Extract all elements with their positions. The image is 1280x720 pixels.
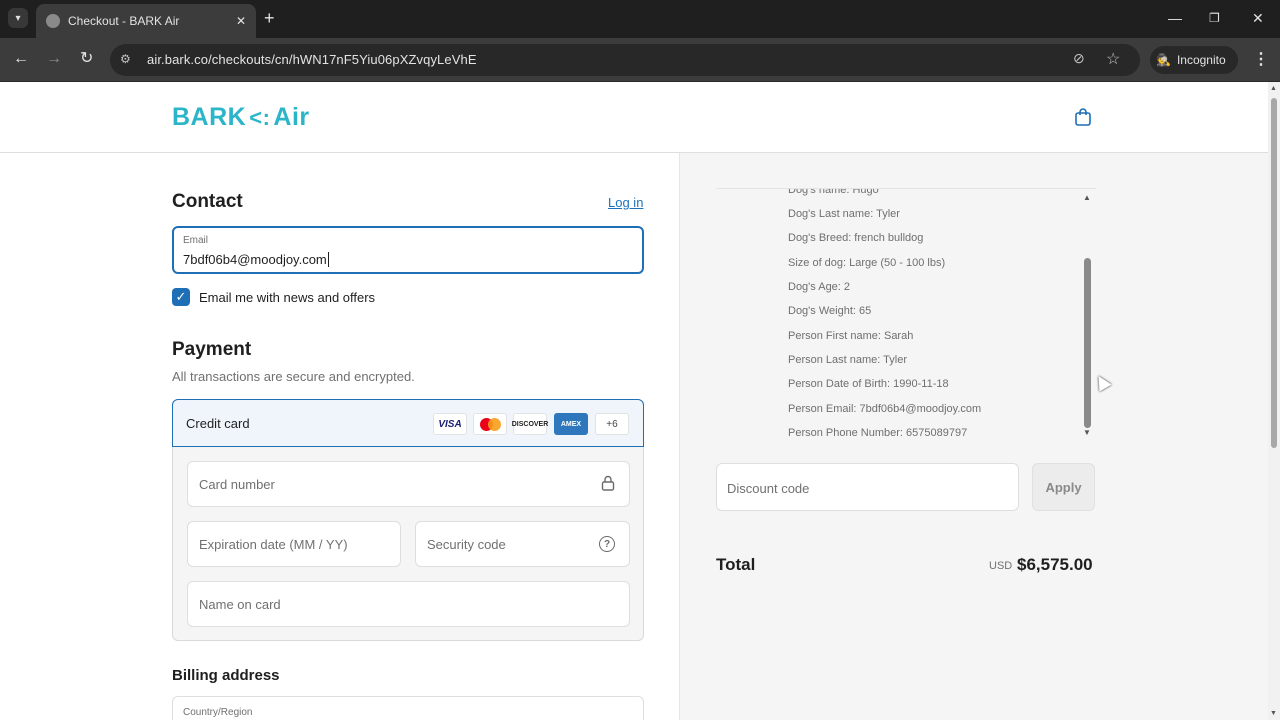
page-scrollbar-thumb[interactable] — [1271, 98, 1277, 448]
globe-icon — [46, 14, 60, 28]
minimize-button[interactable]: — — [1168, 9, 1182, 27]
details-scrollbar-thumb[interactable] — [1084, 258, 1091, 428]
payment-subtitle: All transactions are secure and encrypte… — [172, 369, 415, 384]
checkout-page: BARK <: Air Contact Log in Email 7bdf06b… — [0, 82, 1268, 720]
currency-code: USD — [989, 560, 1013, 572]
browser-toolbar: ← → ↻ ⚙ air.bark.co/checkouts/cn/hWN17nF… — [0, 38, 1280, 82]
contact-heading: Contact — [172, 191, 243, 212]
security-code-placeholder: Security code — [427, 537, 506, 552]
url-text[interactable]: air.bark.co/checkouts/cn/hWN17nF5Yiu06pX… — [147, 52, 477, 67]
name-on-card-placeholder: Name on card — [199, 597, 281, 612]
total-label: Total — [716, 555, 756, 574]
incognito-icon: 🕵 — [1156, 53, 1171, 67]
tab-search-button[interactable]: ▾ — [8, 8, 28, 28]
country-region-label: Country/Region — [183, 707, 253, 718]
detail-line: Dog's Last name: Tyler — [788, 208, 900, 220]
card-number-field[interactable]: Card number — [187, 461, 630, 507]
detail-line: Person Email: 7bdf06b4@moodjoy.com — [788, 403, 982, 415]
site-info-icon[interactable]: ⚙ — [120, 52, 131, 66]
site-header: BARK <: Air — [0, 82, 1268, 153]
scroll-down-icon[interactable]: ▼ — [1083, 428, 1091, 437]
login-link[interactable]: Log in — [608, 195, 643, 210]
apply-button[interactable]: Apply — [1032, 463, 1095, 511]
mastercard-icon — [473, 413, 507, 435]
payment-method-card: Credit card VISA DISCOVER AMEX +6 Card n… — [172, 399, 644, 641]
order-details-box: Dog's name: Hugo Dog's Last name: Tyler … — [716, 188, 1096, 442]
detail-line: Person First name: Sarah — [788, 330, 914, 342]
page-scroll-up-icon[interactable]: ▲ — [1270, 85, 1277, 92]
discount-code-field[interactable]: Discount code — [716, 463, 1019, 511]
detail-line: Person Last name: Tyler — [788, 354, 908, 366]
newsletter-checkbox[interactable]: ✓ — [172, 288, 190, 306]
amex-icon: AMEX — [554, 413, 588, 435]
tab-title: Checkout - BARK Air — [68, 14, 180, 28]
browser-tab-bar: ▾ Checkout - BARK Air ✕ + — ❐ ✕ — [0, 0, 1280, 38]
email-label: Email — [183, 235, 209, 246]
credit-card-option[interactable]: Credit card VISA DISCOVER AMEX +6 — [172, 399, 644, 447]
discount-placeholder: Discount code — [727, 481, 810, 496]
logo-air: Air — [273, 103, 310, 131]
incognito-label: Incognito — [1176, 53, 1226, 67]
credit-card-label: Credit card — [186, 416, 250, 431]
lock-icon — [601, 475, 615, 491]
payment-heading: Payment — [172, 339, 252, 360]
discover-icon: DISCOVER — [512, 413, 548, 435]
page-scrollbar[interactable]: ▲ ▼ — [1268, 82, 1280, 720]
newsletter-label[interactable]: Email me with news and offers — [199, 290, 375, 305]
browser-tab[interactable]: Checkout - BARK Air ✕ — [36, 4, 256, 38]
incognito-indicator[interactable]: 🕵 Incognito — [1150, 46, 1238, 74]
forward-button[interactable]: → — [46, 50, 62, 68]
expiration-date-field[interactable]: Expiration date (MM / YY) — [187, 521, 401, 567]
address-bar[interactable]: ⚙ air.bark.co/checkouts/cn/hWN17nF5Yiu06… — [110, 44, 1140, 76]
bookmark-star-icon[interactable]: ☆ — [1106, 49, 1120, 69]
restore-button[interactable]: ❐ — [1209, 9, 1220, 27]
logo-bark: BARK — [172, 103, 247, 131]
detail-line: Person Date of Birth: 1990-11-18 — [788, 378, 949, 390]
checkmark-icon: ✓ — [175, 289, 187, 304]
detail-line: Dog's name: Hugo — [788, 188, 879, 196]
back-button[interactable]: ← — [13, 50, 29, 68]
security-code-field[interactable]: Security code ? — [415, 521, 630, 567]
detail-line: Size of dog: Large (50 - 100 lbs) — [788, 257, 946, 269]
eye-off-icon[interactable]: ⊘ — [1073, 50, 1085, 67]
card-number-placeholder: Card number — [199, 477, 275, 492]
name-on-card-field[interactable]: Name on card — [187, 581, 630, 627]
total-value: $6,575.00 — [1017, 555, 1093, 574]
tab-close-icon[interactable]: ✕ — [236, 14, 246, 28]
browser-menu-icon[interactable]: ⋮ — [1253, 49, 1269, 69]
email-value[interactable]: 7bdf06b4@moodjoy.com — [183, 252, 327, 267]
shopping-bag-icon[interactable] — [1074, 108, 1092, 126]
detail-line: Person Phone Number: 6575089797 — [788, 427, 968, 439]
page-scroll-down-icon[interactable]: ▼ — [1270, 710, 1277, 717]
logo-mark: <: — [249, 104, 271, 130]
more-brands-badge: +6 — [595, 413, 629, 435]
country-region-select[interactable]: Country/Region — [172, 696, 644, 720]
email-field[interactable]: Email 7bdf06b4@moodjoy.com — [172, 226, 644, 274]
close-window-button[interactable]: ✕ — [1252, 9, 1264, 27]
detail-line: Dog's Weight: 65 — [788, 305, 872, 317]
billing-address-heading: Billing address — [172, 667, 280, 684]
detail-line: Dog's Breed: french bulldog — [788, 232, 924, 244]
text-caret — [327, 252, 329, 267]
visa-icon: VISA — [433, 413, 467, 435]
new-tab-button[interactable]: + — [264, 9, 275, 27]
help-icon[interactable]: ? — [599, 536, 615, 552]
bark-air-logo[interactable]: BARK <: Air — [172, 103, 310, 132]
expiration-placeholder: Expiration date (MM / YY) — [199, 537, 348, 552]
scroll-up-icon[interactable]: ▲ — [1083, 193, 1091, 202]
detail-line: Dog's Age: 2 — [788, 281, 851, 293]
reload-button[interactable]: ↻ — [80, 50, 93, 68]
